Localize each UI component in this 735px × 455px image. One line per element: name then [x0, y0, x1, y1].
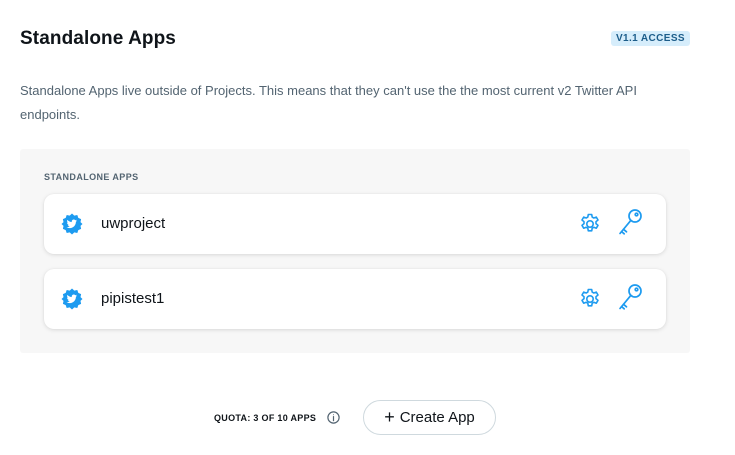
key-icon[interactable]: [616, 283, 644, 313]
key-icon[interactable]: [616, 208, 644, 238]
create-app-label: Create App: [399, 409, 475, 426]
twitter-badge-icon: [61, 288, 83, 310]
app-name[interactable]: uwproject: [101, 215, 165, 232]
standalone-apps-panel: STANDALONE APPS uwproject pipistest1: [20, 149, 690, 353]
page-title: Standalone Apps: [20, 28, 176, 49]
section-header: Standalone Apps V1.1 ACCESS: [20, 28, 690, 52]
panel-heading: STANDALONE APPS: [44, 172, 139, 182]
plus-icon: +: [384, 406, 395, 427]
info-icon[interactable]: [327, 411, 340, 424]
gear-icon[interactable]: [578, 212, 602, 236]
app-card[interactable]: pipistest1: [44, 269, 666, 329]
app-card[interactable]: uwproject: [44, 194, 666, 254]
gear-icon[interactable]: [578, 287, 602, 311]
twitter-badge-icon: [61, 213, 83, 235]
apps-footer: QUOTA: 3 OF 10 APPS + Create App: [0, 398, 735, 438]
app-name[interactable]: pipistest1: [101, 290, 164, 307]
quota-label: QUOTA: 3 OF 10 APPS: [214, 413, 317, 423]
create-app-button[interactable]: + Create App: [363, 400, 496, 435]
section-description: Standalone Apps live outside of Projects…: [20, 83, 637, 122]
access-badge: V1.1 ACCESS: [610, 31, 690, 46]
